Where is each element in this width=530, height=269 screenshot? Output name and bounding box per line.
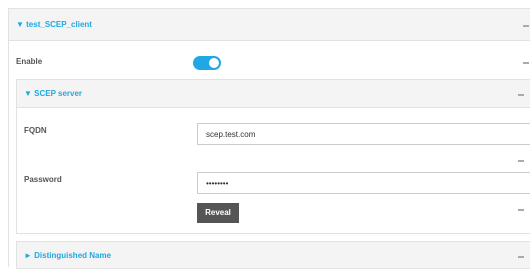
enable-toggle[interactable] (193, 56, 221, 70)
collapse-scep-server-icon[interactable] (518, 94, 524, 96)
scep-client-header[interactable]: ▼ test_SCEP_client (9, 9, 530, 41)
distinguished-name-title[interactable]: ► Distinguished Name (24, 251, 111, 260)
fqdn-label: FQDN (24, 126, 47, 135)
scep-server-panel: ▼ SCEP server FQDN Password Reveal (16, 79, 530, 234)
remove-client-icon[interactable] (523, 25, 529, 27)
scep-client-panel: ▼ test_SCEP_client Enable ▼ SCEP server … (8, 8, 530, 269)
scep-server-header[interactable]: ▼ SCEP server (17, 80, 530, 108)
remove-fqdn-icon[interactable] (518, 160, 524, 162)
scep-client-title[interactable]: ▼ test_SCEP_client (16, 20, 92, 29)
distinguished-name-header[interactable]: ► Distinguished Name (16, 241, 530, 269)
collapse-distinguished-name-icon[interactable] (518, 256, 524, 258)
password-label: Password (24, 175, 62, 184)
toggle-knob (209, 58, 219, 68)
remove-password-icon[interactable] (518, 209, 524, 211)
scep-server-title[interactable]: ▼ SCEP server (24, 89, 82, 98)
reveal-button[interactable]: Reveal (197, 203, 239, 223)
remove-enable-icon[interactable] (523, 62, 529, 64)
password-input[interactable] (197, 172, 530, 194)
enable-label: Enable (16, 57, 43, 66)
fqdn-input[interactable] (197, 123, 530, 145)
